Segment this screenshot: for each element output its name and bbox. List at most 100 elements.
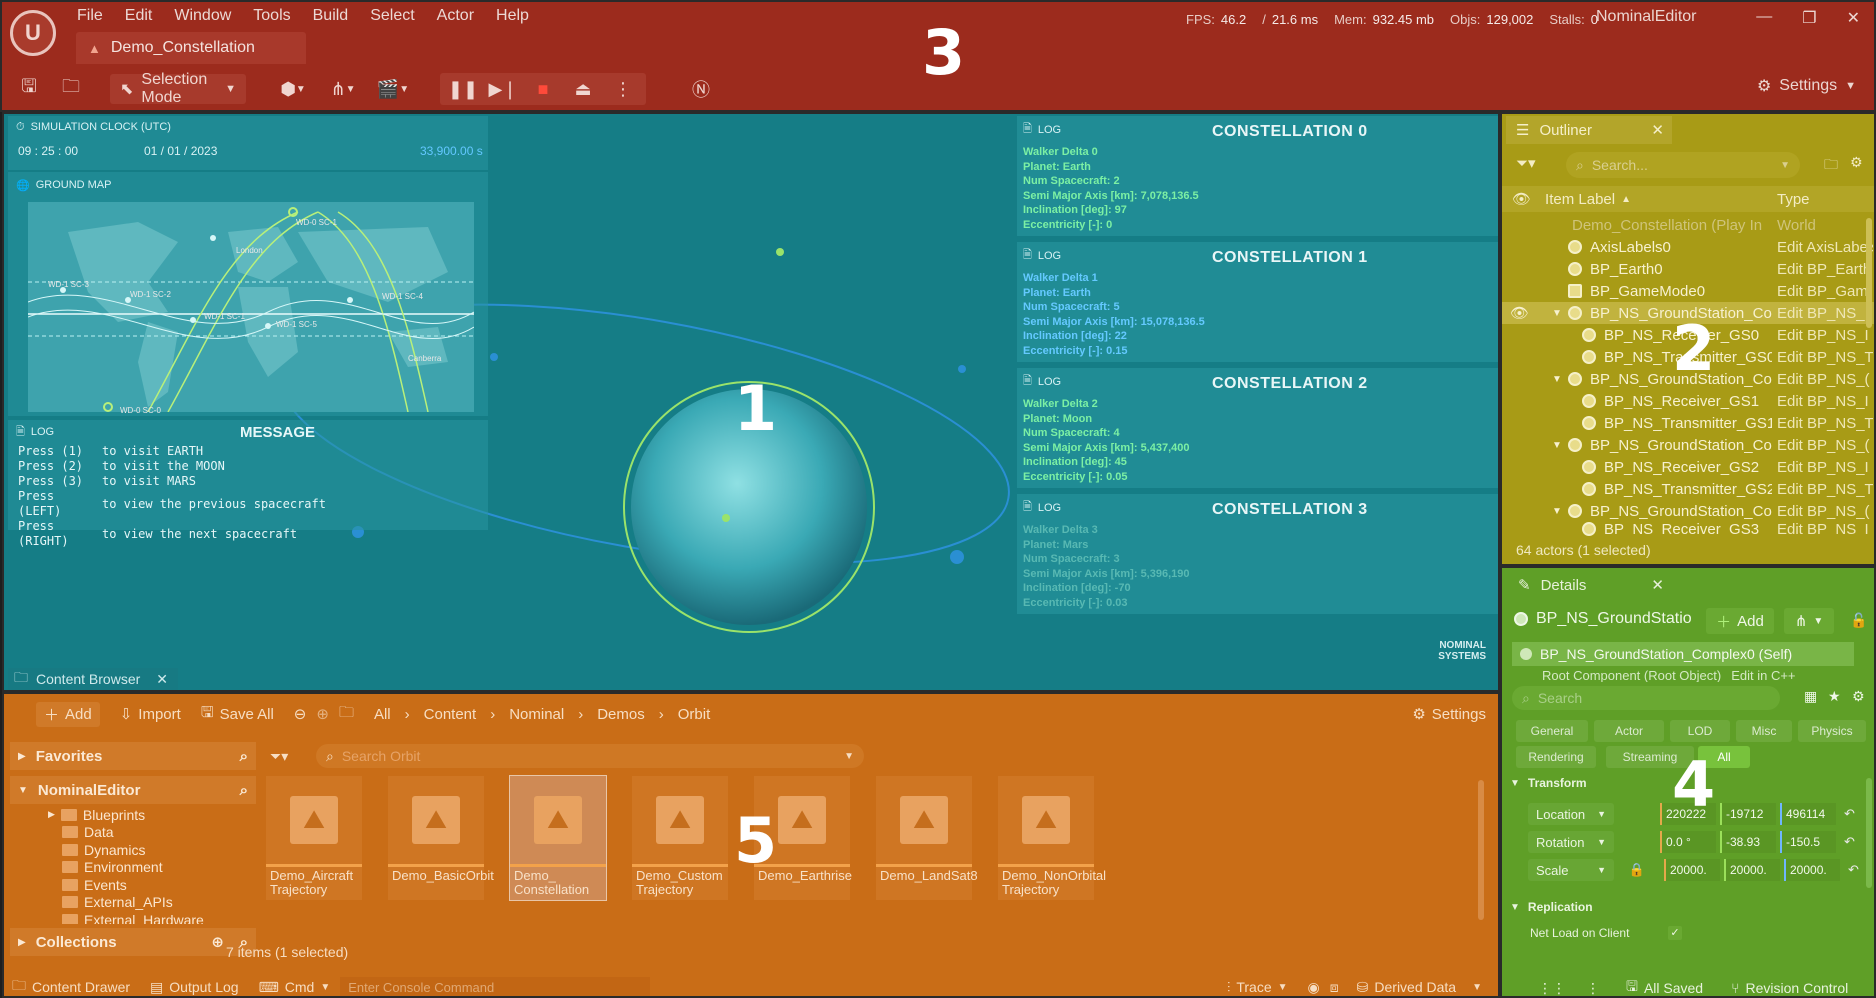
menu-file[interactable]: File [66, 4, 114, 28]
blueprint-icon[interactable]: ⋔ ▼ [326, 74, 360, 104]
location-z-field[interactable]: 496114 [1780, 803, 1836, 825]
breadcrumb-demos[interactable]: Demos [597, 706, 645, 723]
chevron-down-icon[interactable]: ▼ [1552, 506, 1562, 517]
back-icon[interactable]: ⊖ [294, 705, 307, 723]
rotation-x-field[interactable]: 0.0 ° [1660, 831, 1716, 853]
close-icon[interactable]: ✕ [1847, 8, 1860, 28]
column-item-label[interactable]: Item Label [1545, 191, 1615, 208]
chevron-down-icon[interactable]: ▼ [1552, 308, 1562, 319]
outliner-row[interactable]: BP_GameMode0 Edit BP_Gam [1502, 280, 1874, 302]
location-y-field[interactable]: -19712 [1720, 803, 1776, 825]
lock-icon[interactable]: 🔒 [1614, 862, 1660, 878]
add-button[interactable]: ＋ Add [36, 701, 100, 727]
scale-y-field[interactable]: 20000. [1724, 859, 1780, 881]
document-tab[interactable]: ▲ Demo_Constellation [76, 32, 306, 64]
folder-item[interactable]: External_APIs [62, 894, 256, 912]
cmd-dropdown[interactable]: ⌨ Cmd ▼ [259, 979, 331, 996]
folder-item[interactable]: External_Hardware [62, 911, 256, 924]
details-search-input[interactable]: ⌕ Search [1512, 686, 1780, 710]
asset-tile[interactable]: ⛰ Demo_NonOrbital Trajectory [998, 776, 1106, 900]
component-root-row[interactable]: Root Component (Root Object) Edit in C++ [1542, 668, 1796, 682]
outliner-row[interactable]: AxisLabels0 Edit AxisLabels [1502, 236, 1874, 258]
chevron-down-icon[interactable]: ▼ [1552, 374, 1562, 385]
reset-icon[interactable]: ↶ [1844, 806, 1855, 822]
outliner-row[interactable]: ▼ BP_NS_GroundStation_Cor Edit BP_NS_( [1502, 434, 1874, 456]
folder-item[interactable]: Data [62, 824, 256, 842]
scale-x-field[interactable]: 20000. [1664, 859, 1720, 881]
settings-button[interactable]: ⚙ Settings ▼ [1757, 76, 1856, 96]
breadcrumb-all[interactable]: All [374, 706, 391, 723]
menu-actor[interactable]: Actor [426, 4, 485, 28]
rotation-y-field[interactable]: -38.93 [1720, 831, 1776, 853]
breadcrumb-content[interactable]: Content [424, 706, 477, 723]
menu-window[interactable]: Window [163, 4, 242, 28]
details-tab[interactable]: ✎ Details ✕ [1506, 570, 1672, 600]
gear-icon[interactable]: ⚙ [1852, 688, 1865, 705]
filter-misc[interactable]: Misc [1736, 720, 1792, 742]
asset-tile[interactable]: ⛰ Demo_LandSat8 [876, 776, 978, 900]
visibility-icon[interactable]: 👁 [1512, 190, 1531, 208]
menu-help[interactable]: Help [485, 4, 540, 28]
chevron-down-icon[interactable]: ▼ [1552, 440, 1562, 451]
outliner-row[interactable]: BP_NS_Receiver_GS3 Edit BP_NS_I [1502, 522, 1874, 536]
content-browser-tab[interactable]: 🗀 Content Browser ✕ [8, 668, 178, 690]
menu-select[interactable]: Select [359, 4, 425, 28]
ground-map[interactable] [28, 202, 474, 412]
visibility-icon[interactable]: 👁 [1510, 304, 1529, 322]
eject-icon[interactable]: ⏏ [566, 74, 600, 104]
star-icon[interactable]: ★ [1828, 688, 1841, 705]
menu-tools[interactable]: Tools [242, 4, 301, 28]
folder-item[interactable]: Dynamics [62, 841, 256, 859]
close-icon[interactable]: ✕ [1651, 576, 1664, 594]
all-saved-label[interactable]: All Saved [1644, 980, 1703, 996]
close-icon[interactable]: ✕ [1651, 121, 1664, 139]
close-icon[interactable]: ✕ [156, 671, 168, 688]
stop-icon[interactable]: ■ [526, 74, 560, 104]
asset-tile[interactable]: ⛰ Demo_Custom Trajectory [632, 776, 728, 900]
revision-control-label[interactable]: Revision Control [1746, 980, 1849, 996]
restore-icon[interactable]: ❐ [1802, 8, 1816, 28]
favorites-section[interactable]: ▶ Favorites ⌕ [10, 742, 256, 770]
outliner-scrollbar[interactable] [1866, 218, 1872, 328]
outliner-row[interactable]: BP_NS_Receiver_GS1 Edit BP_NS_I [1502, 390, 1874, 412]
outliner-row[interactable]: BP_NS_Transmitter_GS2 Edit BP_NS_T [1502, 478, 1874, 500]
filter-icon[interactable]: ⏷▾ [1516, 154, 1536, 172]
console-input[interactable]: Enter Console Command [340, 977, 651, 996]
step-icon[interactable]: ▶❘ [486, 74, 520, 104]
menu-edit[interactable]: Edit [114, 4, 164, 28]
asset-tile[interactable]: ⛰ Demo_Aircraft Trajectory [266, 776, 362, 900]
record-icon[interactable]: ◉ [1308, 979, 1320, 996]
gear-icon[interactable]: ⚙ [1850, 154, 1863, 171]
reset-icon[interactable]: ↶ [1844, 834, 1855, 850]
forward-icon[interactable]: ⊕ [316, 705, 329, 723]
filter-lod[interactable]: LOD [1670, 720, 1730, 742]
details-scrollbar[interactable] [1866, 778, 1872, 888]
engine-logo[interactable]: U [10, 10, 56, 56]
nominal-icon[interactable]: Ⓝ [684, 74, 718, 104]
source-control-icon[interactable]: ⋮⋮ [1538, 980, 1566, 997]
import-button[interactable]: ⇩ Import [120, 705, 181, 724]
derived-data-button[interactable]: ⛁ Derived Data ▼ [1357, 979, 1482, 996]
reset-icon[interactable]: ↶ [1848, 862, 1859, 878]
selection-mode-dropdown[interactable]: ⬉ Selection Mode ▼ [110, 71, 246, 106]
more-icon[interactable]: ⋮ [1586, 980, 1600, 997]
more-icon[interactable]: ⋮ [606, 74, 640, 104]
replication-section[interactable]: ▼ Replication [1510, 900, 1593, 914]
output-log-button[interactable]: ▤ Output Log [150, 979, 239, 996]
minimize-icon[interactable]: — [1756, 8, 1772, 28]
pause-icon[interactable]: ❚❚ [446, 74, 480, 104]
scale-dropdown[interactable]: Scale ▼ [1528, 859, 1614, 881]
search-icon[interactable]: ⌕ [240, 782, 248, 799]
filter-actor[interactable]: Actor [1594, 720, 1664, 742]
outliner-row[interactable]: Demo_Constellation (Play In World [1502, 214, 1874, 236]
filter-icon[interactable]: ⏷▾ [270, 748, 288, 765]
breadcrumb-nominal[interactable]: Nominal [509, 706, 564, 723]
filter-general[interactable]: General [1516, 720, 1588, 742]
table-view-icon[interactable]: ▦ [1804, 688, 1817, 705]
scale-z-field[interactable]: 20000. [1784, 859, 1840, 881]
asset-search-input[interactable]: ⌕ Search Orbit ▼ [316, 744, 864, 768]
filter-physics[interactable]: Physics [1798, 720, 1866, 742]
nominal-editor-section[interactable]: ▼ NominalEditor ⌕ [10, 776, 256, 804]
asset-tile[interactable]: ⛰ Demo_BasicOrbit [388, 776, 494, 900]
outliner-search-input[interactable]: ⌕ Search... ▼ [1566, 152, 1800, 178]
